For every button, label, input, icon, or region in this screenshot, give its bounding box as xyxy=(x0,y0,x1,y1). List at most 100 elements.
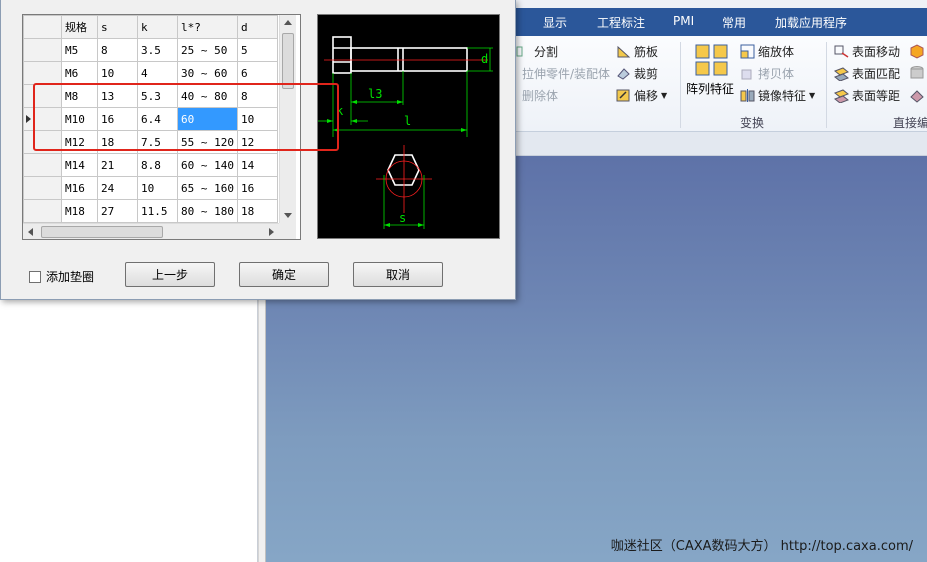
table-cell[interactable]: 80 ~ 180 xyxy=(177,199,238,223)
add-washer-label[interactable]: 添加垫圈 xyxy=(46,268,94,285)
checkbox-box[interactable] xyxy=(29,270,41,283)
table-cell[interactable]: 8.8 xyxy=(137,153,178,177)
row-header[interactable] xyxy=(23,199,62,223)
table-cell[interactable]: 13 xyxy=(97,84,138,108)
table-cell[interactable]: M18 xyxy=(61,199,98,223)
table-cell[interactable]: M16 xyxy=(61,176,98,200)
row-header[interactable] xyxy=(23,176,62,200)
row-header[interactable] xyxy=(23,84,62,108)
table-row[interactable]: M14 21 8.8 60 ~ 140 14 xyxy=(23,153,278,177)
table-cell[interactable]: 27 xyxy=(97,199,138,223)
row-header[interactable] xyxy=(23,107,62,131)
table-cell[interactable]: 60 ~ 140 xyxy=(177,153,238,177)
table-cell[interactable]: 65 ~ 160 xyxy=(177,176,238,200)
table-cell[interactable]: M6 xyxy=(61,61,98,85)
scroll-down-icon[interactable] xyxy=(284,213,292,218)
horizontal-scroll-thumb[interactable] xyxy=(41,226,163,238)
surface-move-button[interactable]: 表面移动 xyxy=(834,43,900,60)
scroll-right-icon[interactable] xyxy=(269,228,274,236)
column-header[interactable]: l*? xyxy=(177,15,238,39)
table-cell[interactable]: 5 xyxy=(237,38,278,62)
table-cell[interactable]: 16 xyxy=(97,107,138,131)
cube-icon[interactable] xyxy=(909,43,925,62)
cylinder-icon[interactable] xyxy=(909,65,925,84)
table-row[interactable]: M18 27 11.5 80 ~ 180 18 xyxy=(23,199,278,223)
delete-body-button[interactable]: 删除体 xyxy=(522,87,558,104)
table-cell[interactable]: 60 xyxy=(177,107,238,131)
table-cell[interactable]: 24 xyxy=(97,176,138,200)
tab-display[interactable]: 显示 xyxy=(543,14,567,31)
column-header[interactable]: 规格 xyxy=(61,15,98,39)
trim-button[interactable]: 裁剪 xyxy=(616,65,658,82)
scale-body-button[interactable]: 缩放体 xyxy=(740,43,794,60)
tab-engineering-annotation[interactable]: 工程标注 xyxy=(597,14,645,31)
rib-button[interactable]: 筋板 xyxy=(616,43,658,60)
split-button[interactable]: 分割 xyxy=(516,43,558,60)
table-cell[interactable]: 25 ~ 50 xyxy=(177,38,238,62)
pattern-feature-button[interactable]: 阵列特征 xyxy=(686,42,738,110)
table-cell[interactable]: 5.3 xyxy=(137,84,178,108)
table-cell[interactable]: 18 xyxy=(97,130,138,154)
copy-body-button[interactable]: 拷贝体 xyxy=(740,65,794,82)
table-cell[interactable]: M14 xyxy=(61,153,98,177)
table-cell[interactable]: 30 ~ 60 xyxy=(177,61,238,85)
vertical-scroll-thumb[interactable] xyxy=(282,33,294,89)
table-cell[interactable]: M10 xyxy=(61,107,98,131)
table-row[interactable]: M8 13 5.3 40 ~ 80 8 xyxy=(23,84,278,108)
table-cell[interactable]: 10 xyxy=(237,107,278,131)
table-cell[interactable]: 16 xyxy=(237,176,278,200)
table-cell[interactable]: 55 ~ 120 xyxy=(177,130,238,154)
previous-step-button[interactable]: 上一步 xyxy=(125,262,215,287)
column-header[interactable]: k xyxy=(137,15,178,39)
surface-equidistant-button[interactable]: 表面等距 xyxy=(834,87,900,104)
dropdown-arrow-icon[interactable]: ▼ xyxy=(661,91,667,100)
table-cell[interactable]: 7.5 xyxy=(137,130,178,154)
table-cell[interactable]: M12 xyxy=(61,130,98,154)
row-header[interactable] xyxy=(23,130,62,154)
table-cell[interactable]: 14 xyxy=(237,153,278,177)
table-row[interactable]: M6 10 4 30 ~ 60 6 xyxy=(23,61,278,85)
column-header[interactable]: s xyxy=(97,15,138,39)
table-cell[interactable]: 3.5 xyxy=(137,38,178,62)
table-cell[interactable]: M5 xyxy=(61,38,98,62)
spec-table[interactable]: 规格 s k l*? d M5 8 3.5 25 ~ 50 5 M6 10 4 30 ~ 60 6… xyxy=(22,14,301,240)
table-cell[interactable]: 4 xyxy=(137,61,178,85)
table-cell[interactable]: 8 xyxy=(237,84,278,108)
column-header[interactable]: d xyxy=(237,15,278,39)
table-cell[interactable]: M8 xyxy=(61,84,98,108)
mirror-feature-button[interactable]: 镜像特征 ▼ xyxy=(740,87,815,104)
row-header[interactable] xyxy=(23,61,62,85)
cancel-button[interactable]: 取消 xyxy=(353,262,443,287)
left-panel[interactable] xyxy=(0,300,258,562)
stretch-part-button[interactable]: 拉伸零件/装配体 xyxy=(522,65,610,82)
ok-button[interactable]: 确定 xyxy=(239,262,329,287)
table-cell[interactable]: 12 xyxy=(237,130,278,154)
table-cell[interactable]: 18 xyxy=(237,199,278,223)
surface-match-button[interactable]: 表面匹配 xyxy=(834,65,900,82)
table-cell[interactable]: 21 xyxy=(97,153,138,177)
table-cell[interactable]: 10 xyxy=(97,61,138,85)
scroll-up-icon[interactable] xyxy=(284,20,292,25)
table-cell[interactable]: 40 ~ 80 xyxy=(177,84,238,108)
table-cell[interactable]: 8 xyxy=(97,38,138,62)
table-row[interactable]: M10 16 6.4 60 10 xyxy=(23,107,278,131)
table-row[interactable]: M12 18 7.5 55 ~ 120 12 xyxy=(23,130,278,154)
table-row[interactable]: M16 24 10 65 ~ 160 16 xyxy=(23,176,278,200)
scroll-left-icon[interactable] xyxy=(28,228,33,236)
row-header[interactable] xyxy=(23,38,62,62)
tab-load-applications[interactable]: 加载应用程序 xyxy=(775,14,847,31)
table-cell[interactable]: 11.5 xyxy=(137,199,178,223)
offset-button[interactable]: 偏移 ▼ xyxy=(616,87,667,104)
horizontal-scrollbar[interactable] xyxy=(23,223,279,239)
row-header[interactable] xyxy=(23,153,62,177)
tab-pmi[interactable]: PMI xyxy=(673,14,694,28)
table-cell[interactable]: 6.4 xyxy=(137,107,178,131)
eraser-icon[interactable] xyxy=(909,87,925,106)
vertical-scrollbar[interactable] xyxy=(279,15,296,223)
table-row[interactable]: M5 8 3.5 25 ~ 50 5 xyxy=(23,38,278,62)
dropdown-arrow-icon[interactable]: ▼ xyxy=(809,91,815,100)
tab-common[interactable]: 常用 xyxy=(722,14,746,31)
table-cell[interactable]: 10 xyxy=(137,176,178,200)
table-cell[interactable]: 6 xyxy=(237,61,278,85)
add-washer-checkbox[interactable]: 添加垫圈 xyxy=(29,268,94,285)
